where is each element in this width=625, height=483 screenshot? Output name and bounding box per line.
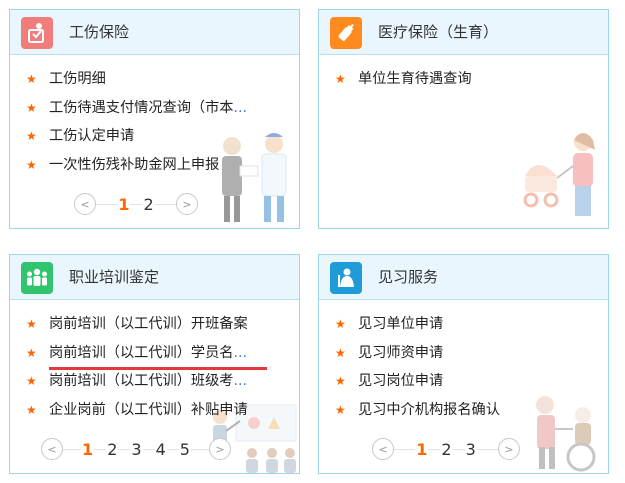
panel-header: 见习服务 (319, 255, 608, 300)
list-item[interactable]: ★ 岗前培训（以工代训）开班备案 (10, 310, 299, 339)
page-number[interactable]: 1 (81, 439, 95, 459)
list-item[interactable]: ★ 一次性伤残补助金网上申报 (10, 151, 299, 180)
star-icon: ★ (26, 129, 37, 143)
star-icon: ★ (26, 157, 37, 172)
baby-bottle-icon (330, 17, 362, 49)
next-page-button[interactable]: > (497, 438, 520, 460)
star-icon: ★ (335, 317, 346, 331)
next-page-button[interactable]: > (175, 193, 198, 215)
item-list: ★ 见习单位申请 ★ 见习师资申请 ★ 见习岗位申请 ★ 见习中介机构报名确认 (319, 310, 608, 424)
star-icon: ★ (26, 317, 37, 331)
injured-person-icon (21, 17, 53, 49)
prev-page-button[interactable]: < (372, 438, 394, 460)
page-number[interactable]: 5 (178, 439, 191, 459)
page-number[interactable]: 1 (415, 439, 429, 459)
list-item[interactable]: ★ 单位生育待遇查询 (319, 65, 608, 94)
group-people-icon (21, 262, 53, 294)
star-icon: ★ (335, 345, 346, 360)
panel-internship-service: 见习服务 ★ 见习单位申请 ★ 见习师资申请 ★ 见习岗位申请 ★ 见习中介机构报名确认… (318, 254, 609, 474)
panel-title: 工伤保险 (69, 23, 130, 41)
prev-page-button[interactable]: < (41, 438, 63, 460)
star-icon: ★ (26, 72, 37, 86)
prev-page-button[interactable]: < (74, 193, 96, 215)
mentor-person-icon (330, 262, 362, 294)
star-icon: ★ (335, 374, 346, 388)
page-number[interactable]: 4 (154, 439, 167, 459)
list-item-selected[interactable]: ★ 岗前培训（以工代训）学员名... (10, 339, 299, 370)
list-item[interactable]: ★ 企业岗前（以工代训）补贴申请 (10, 396, 299, 425)
star-icon: ★ (335, 402, 346, 417)
next-page-button[interactable]: > (208, 438, 231, 460)
panel-vocational-training: 职业培训鉴定 ★ 岗前培训（以工代训）开班备案 ★ 岗前培训（以工代训）学员名...… (9, 254, 300, 474)
page-number[interactable]: 2 (106, 439, 119, 459)
list-item[interactable]: ★ 见习岗位申请 (319, 367, 608, 396)
panel-header: 职业培训鉴定 (10, 255, 299, 300)
panel-title: 医疗保险（生育） (378, 23, 499, 41)
star-icon: ★ (335, 72, 346, 86)
star-icon: ★ (26, 100, 37, 115)
page-number[interactable]: 2 (440, 439, 453, 459)
panel-title: 职业培训鉴定 (69, 268, 160, 286)
item-list: ★ 单位生育待遇查询 (319, 65, 608, 94)
page-number[interactable]: 3 (130, 439, 143, 459)
pagination: < 1 2 3 > (372, 438, 520, 460)
pagination: < 1 2 3 4 5 > (41, 438, 231, 460)
list-item[interactable]: ★ 见习单位申请 (319, 310, 608, 339)
panel-work-injury-insurance: 工伤保险 ★ 工伤明细 ★ 工伤待遇支付情况查询（市本... ★ 工伤认定申请 ★ 一次… (9, 9, 300, 229)
panel-medical-insurance-maternity: 医疗保险（生育） ★ 单位生育待遇查询 (318, 9, 609, 229)
panel-header: 工伤保险 (10, 10, 299, 55)
star-icon: ★ (26, 402, 37, 417)
mother-stroller-illustration (523, 133, 595, 216)
list-item[interactable]: ★ 见习中介机构报名确认 (319, 396, 608, 425)
pagination: < 1 2 > (74, 193, 198, 215)
list-item[interactable]: ★ 工伤认定申请 (10, 122, 299, 151)
star-icon: ★ (26, 374, 37, 388)
panel-header: 医疗保险（生育） (319, 10, 608, 55)
item-list: ★ 工伤明细 ★ 工伤待遇支付情况查询（市本... ★ 工伤认定申请 ★ 一次性伤残补助… (10, 65, 299, 179)
panel-title: 见习服务 (378, 268, 439, 286)
page-number[interactable]: 2 (142, 194, 155, 214)
list-item[interactable]: ★ 岗前培训（以工代训）班级考... (10, 367, 299, 396)
page-number[interactable]: 1 (117, 194, 131, 214)
star-icon: ★ (26, 345, 37, 360)
page-number[interactable]: 3 (464, 439, 477, 459)
list-item[interactable]: ★ 工伤待遇支付情况查询（市本... (10, 94, 299, 123)
list-item[interactable]: ★ 工伤明细 (10, 65, 299, 94)
list-item[interactable]: ★ 见习师资申请 (319, 339, 608, 368)
item-list: ★ 岗前培训（以工代训）开班备案 ★ 岗前培训（以工代训）学员名... ★ 岗前培训（… (10, 310, 299, 424)
